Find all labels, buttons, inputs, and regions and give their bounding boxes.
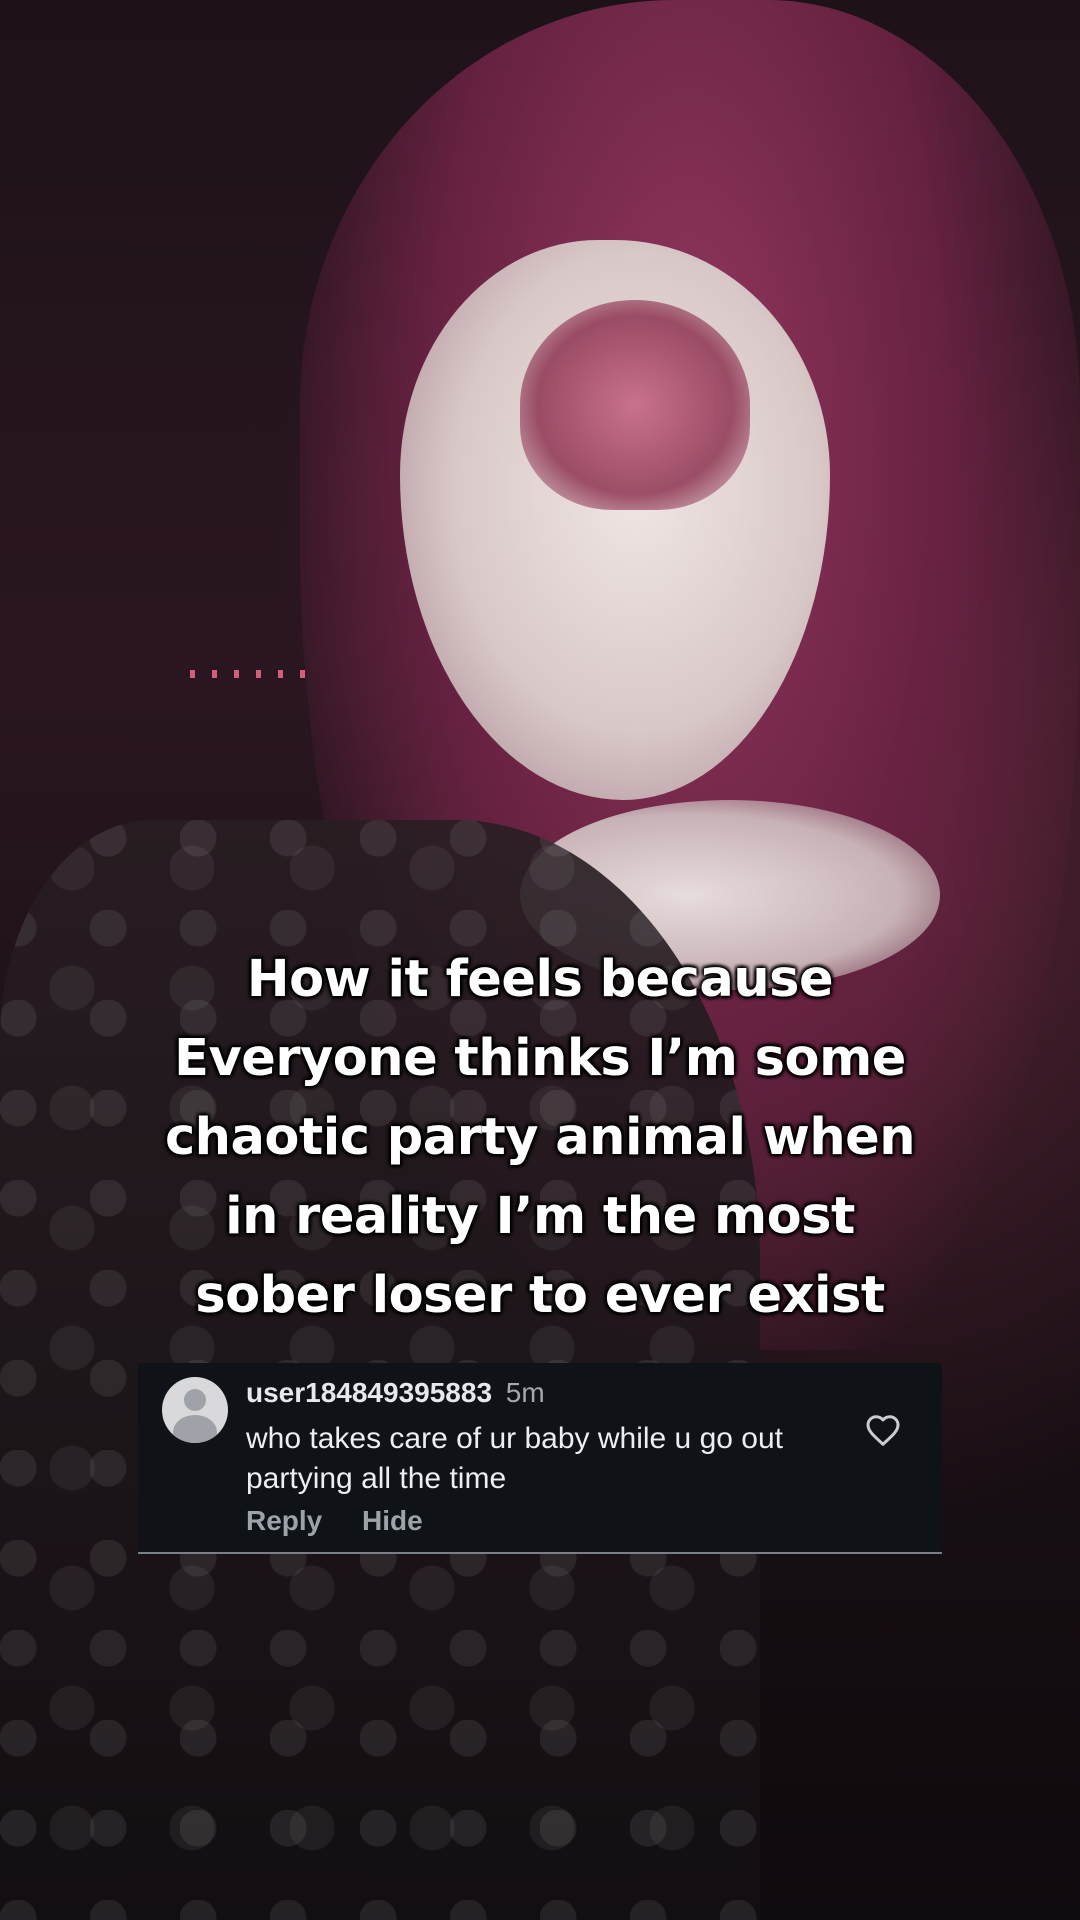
comment-header: user184849395883 5m	[246, 1377, 545, 1409]
caption-line: sober loser to ever exist	[195, 1266, 885, 1325]
background-photo-string-lights	[190, 670, 320, 678]
comment-timestamp: 5m	[505, 1377, 545, 1408]
heart-outline-icon[interactable]	[865, 1413, 901, 1447]
avatar-head	[184, 1389, 206, 1411]
comment-username[interactable]: user184849395883	[246, 1377, 492, 1408]
video-frame: How it feels because Everyone thinks I’m…	[0, 0, 1080, 1920]
reply-button[interactable]: Reply	[246, 1505, 322, 1536]
comment-text: who takes care of ur baby while u go out…	[246, 1422, 783, 1495]
video-caption-overlay: How it feels because Everyone thinks I’m…	[140, 940, 940, 1335]
caption-line: Everyone thinks I’m some	[174, 1029, 906, 1088]
comment-reply-card: user184849395883 5m who takes care of ur…	[138, 1363, 942, 1554]
caption-line: How it feels because	[246, 950, 834, 1009]
caption-line: chaotic party animal when	[164, 1108, 916, 1167]
background-photo-heart-makeup	[520, 300, 750, 510]
avatar-body	[173, 1415, 217, 1443]
hide-button[interactable]: Hide	[362, 1505, 423, 1536]
comment-actions: Reply Hide	[246, 1505, 423, 1537]
default-avatar-icon[interactable]	[162, 1377, 228, 1443]
caption-line: in reality I’m the most	[225, 1187, 855, 1246]
